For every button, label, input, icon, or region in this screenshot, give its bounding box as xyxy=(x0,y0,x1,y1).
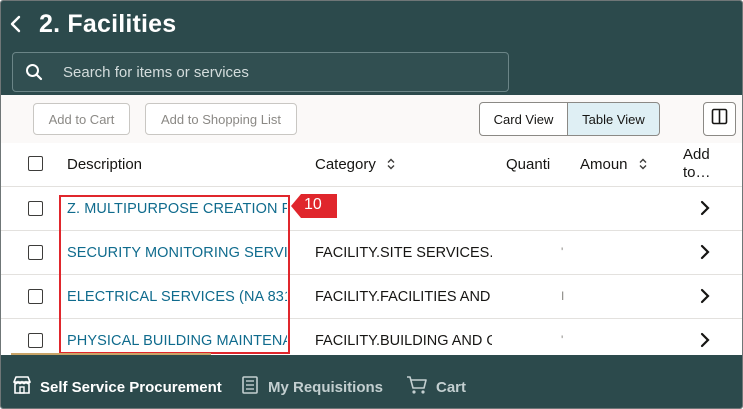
column-amount[interactable]: Amoun xyxy=(580,156,648,173)
requisitions-icon xyxy=(240,375,260,399)
table-header: Description Category Quanti Amoun Add to… xyxy=(1,143,742,187)
chevron-right-icon[interactable] xyxy=(698,287,712,305)
chevron-right-icon[interactable] xyxy=(698,199,712,217)
panel-layout-icon xyxy=(711,108,728,130)
add-to-shopping-list-button[interactable]: Add to Shopping List xyxy=(145,103,297,135)
nav-my-requisitions-label: My Requisitions xyxy=(268,378,384,396)
column-amount-label: Amoun xyxy=(580,156,628,173)
row-checkbox[interactable] xyxy=(28,245,43,260)
row-checkbox[interactable] xyxy=(28,201,43,216)
add-to-cart-button[interactable]: Add to Cart xyxy=(33,103,130,135)
app-frame: 2. Facilities Add to Cart Add to Shoppin… xyxy=(0,0,743,409)
sort-icon[interactable] xyxy=(638,158,648,173)
table-view-button[interactable]: Table View xyxy=(567,102,660,136)
row-checkbox[interactable] xyxy=(28,333,43,348)
search-icon xyxy=(25,63,43,81)
page-title: 2. Facilities xyxy=(39,10,177,38)
sort-icon[interactable] xyxy=(386,158,396,173)
bottom-nav: Self Service Procurement My Requisitions… xyxy=(1,355,742,408)
select-all-checkbox[interactable] xyxy=(28,156,43,171)
column-description[interactable]: Description xyxy=(67,156,142,173)
item-category: FACILITY.BUILDING AND G xyxy=(315,333,492,349)
search-box[interactable] xyxy=(12,52,509,92)
chevron-right-icon[interactable] xyxy=(698,243,712,261)
column-quantity[interactable]: Quanti xyxy=(506,156,552,173)
panel-toggle-button[interactable] xyxy=(703,102,736,136)
column-category-label: Category xyxy=(315,156,376,173)
cart-icon xyxy=(406,375,428,399)
nav-self-service-procurement[interactable]: Self Service Procurement xyxy=(12,375,222,399)
row-checkbox[interactable] xyxy=(28,289,43,304)
item-quantity: ' xyxy=(561,333,564,347)
header: 2. Facilities xyxy=(1,1,742,95)
storefront-icon xyxy=(12,375,32,399)
nav-my-requisitions[interactable]: My Requisitions xyxy=(240,375,383,399)
card-view-button[interactable]: Card View xyxy=(479,102,568,136)
callout-highlight-box xyxy=(59,195,290,354)
column-category[interactable]: Category xyxy=(315,156,396,173)
search-input[interactable] xyxy=(63,61,493,83)
callout-number: 10 xyxy=(304,196,322,213)
column-add-to: Add to… xyxy=(683,146,711,181)
nav-cart[interactable]: Cart xyxy=(406,375,466,399)
item-category: FACILITY.FACILITIES AND F xyxy=(315,289,492,305)
nav-cart-label: Cart xyxy=(436,378,467,396)
item-quantity: ' xyxy=(561,245,564,259)
nav-self-service-label: Self Service Procurement xyxy=(40,378,222,396)
toolbar: Add to Cart Add to Shopping List Card Vi… xyxy=(1,95,742,143)
item-quantity: I xyxy=(561,289,565,303)
item-category: FACILITY.SITE SERVICES.SE xyxy=(315,245,492,261)
back-chevron-icon[interactable] xyxy=(9,14,27,34)
chevron-right-icon[interactable] xyxy=(698,331,712,349)
